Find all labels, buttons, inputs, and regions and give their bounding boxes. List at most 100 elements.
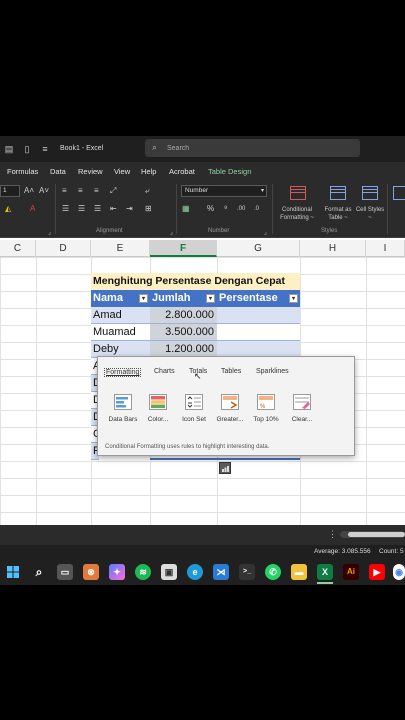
search-input[interactable] bbox=[167, 142, 347, 154]
orientation-icon[interactable]: ⤢ bbox=[110, 186, 116, 196]
save-icon[interactable]: ▤ bbox=[4, 144, 14, 154]
cell-nama[interactable]: Muamad bbox=[91, 324, 150, 341]
format-as-table-icon[interactable] bbox=[330, 186, 346, 200]
menu-help[interactable]: Help bbox=[141, 167, 156, 176]
windows-start-icon[interactable] bbox=[5, 564, 21, 580]
align-bottom-icon[interactable]: ≡ bbox=[94, 186, 99, 196]
column-header-c[interactable]: C bbox=[0, 240, 36, 257]
font-dialog-launcher-icon[interactable]: ⌟ bbox=[48, 228, 51, 238]
scrollbar-thumb[interactable] bbox=[348, 532, 405, 537]
qa-tab-tables[interactable]: Tables bbox=[221, 368, 241, 375]
cell-styles-icon[interactable] bbox=[362, 186, 378, 200]
more-options-icon[interactable]: ⋮ bbox=[328, 529, 337, 540]
decrease-decimal-icon[interactable]: .0 bbox=[254, 204, 259, 214]
status-count: Count: 5 bbox=[379, 548, 404, 555]
font-size-box[interactable]: 1 bbox=[0, 185, 20, 197]
comma-style-icon[interactable]: ⁹ bbox=[224, 204, 227, 214]
vscode-icon[interactable]: ⋊ bbox=[213, 564, 229, 580]
chrome-icon[interactable]: ◉ bbox=[393, 564, 405, 580]
header-persentase[interactable]: Persentase ▾ bbox=[217, 290, 300, 307]
chevron-down-icon: ▾ bbox=[260, 188, 264, 194]
fill-color-icon[interactable]: ◭ bbox=[5, 204, 11, 214]
task-view-icon[interactable]: ▭ bbox=[57, 564, 73, 580]
align-center-icon[interactable]: ☰ bbox=[78, 204, 85, 214]
menu-formulas[interactable]: Formulas bbox=[7, 167, 38, 176]
conditional-formatting-button[interactable]: Conditional Formatting ~ bbox=[276, 206, 318, 222]
filter-dropdown-icon[interactable]: ▾ bbox=[289, 294, 298, 303]
edge-icon[interactable]: e bbox=[187, 564, 203, 580]
quick-analysis-button[interactable] bbox=[219, 462, 231, 474]
percent-style-icon[interactable]: % bbox=[207, 204, 214, 214]
merge-center-icon[interactable]: ⊞ bbox=[145, 204, 152, 214]
qa-option-top-10[interactable]: % Top 10% bbox=[249, 394, 283, 423]
table-title-cell[interactable]: Menghitung Persentase Dengan Cepat bbox=[91, 273, 300, 290]
align-top-icon[interactable]: ≡ bbox=[62, 186, 67, 196]
menu-review[interactable]: Review bbox=[78, 167, 103, 176]
cell-nama[interactable]: Amad bbox=[91, 307, 150, 324]
conditional-formatting-icon[interactable] bbox=[290, 186, 306, 200]
horizontal-scrollbar[interactable] bbox=[340, 531, 405, 538]
qa-option-greater-than[interactable]: Greater... bbox=[213, 394, 247, 423]
insert-cells-icon[interactable] bbox=[393, 186, 405, 200]
more-icon[interactable]: ≡ bbox=[40, 144, 50, 154]
column-header-e[interactable]: E bbox=[91, 240, 150, 257]
alignment-dialog-launcher-icon[interactable]: ⌟ bbox=[170, 228, 173, 238]
search-box[interactable]: ⌕ bbox=[145, 139, 360, 157]
header-nama[interactable]: Nama ▾ bbox=[91, 290, 150, 307]
qa-option-icon-set[interactable]: Icon Set bbox=[177, 394, 211, 423]
increase-font-icon[interactable]: A˄ bbox=[24, 186, 34, 196]
cell-styles-button[interactable]: Cell Styles ~ bbox=[355, 206, 385, 222]
qa-option-clear[interactable]: Clear... bbox=[285, 394, 319, 423]
qa-tab-charts[interactable]: Charts bbox=[154, 368, 175, 375]
increase-decimal-icon[interactable]: .00 bbox=[237, 204, 245, 214]
number-group-label: Number bbox=[208, 228, 230, 234]
whatsapp-icon[interactable]: ✆ bbox=[265, 564, 281, 580]
decrease-font-icon[interactable]: A˅ bbox=[39, 186, 49, 196]
cell-jumlah[interactable]: 2.800.000 bbox=[150, 307, 217, 324]
number-dialog-launcher-icon[interactable]: ⌟ bbox=[264, 228, 267, 238]
column-header-i[interactable]: I bbox=[366, 240, 405, 257]
align-left-icon[interactable]: ☰ bbox=[62, 204, 69, 214]
column-header-f[interactable]: F bbox=[150, 240, 217, 257]
column-header-g[interactable]: G bbox=[217, 240, 300, 257]
font-color-icon[interactable]: A bbox=[30, 204, 35, 214]
cell-persentase[interactable] bbox=[217, 324, 300, 341]
new-file-icon[interactable]: ▯ bbox=[22, 144, 32, 154]
align-middle-icon[interactable]: ≡ bbox=[78, 186, 83, 196]
filter-dropdown-icon[interactable]: ▾ bbox=[206, 294, 215, 303]
outdent-icon[interactable]: ⇥ bbox=[126, 204, 133, 214]
accounting-format-icon[interactable]: ▦ bbox=[182, 204, 190, 214]
menu-table-design[interactable]: Table Design bbox=[208, 167, 251, 176]
cell-persentase[interactable] bbox=[217, 307, 300, 324]
app-icon[interactable]: ⊗ bbox=[83, 564, 99, 580]
youtube-icon[interactable]: ▶ bbox=[369, 564, 385, 580]
qa-tab-sparklines[interactable]: Sparklines bbox=[256, 368, 289, 375]
qa-tab-formatting[interactable]: Formatting bbox=[104, 368, 142, 377]
search-icon[interactable]: ⌕ bbox=[31, 564, 47, 580]
wrap-text-icon[interactable]: ⤶ bbox=[145, 186, 149, 196]
spotify-icon[interactable]: ≋ bbox=[135, 564, 151, 580]
align-right-icon[interactable]: ☰ bbox=[94, 204, 101, 214]
menu-data[interactable]: Data bbox=[50, 167, 66, 176]
cell-jumlah[interactable]: 3.500.000 bbox=[150, 324, 217, 341]
qa-option-color-scale[interactable]: Color... bbox=[141, 394, 175, 423]
illustrator-icon[interactable]: Ai bbox=[343, 564, 359, 580]
file-explorer-icon[interactable]: ▬ bbox=[291, 564, 307, 580]
terminal-icon[interactable]: >_ bbox=[239, 564, 255, 580]
filter-dropdown-icon[interactable]: ▾ bbox=[139, 294, 148, 303]
menu-view[interactable]: View bbox=[114, 167, 130, 176]
qa-option-data-bars[interactable]: Data Bars bbox=[106, 394, 140, 423]
status-average: Average: 3.085.556 bbox=[314, 548, 371, 555]
copilot-icon[interactable]: ✦ bbox=[109, 564, 125, 580]
number-format-dropdown[interactable]: Number ▾ bbox=[181, 185, 267, 197]
indent-icon[interactable]: ⇤ bbox=[110, 204, 117, 214]
qa-option-label: Greater... bbox=[216, 416, 244, 423]
format-as-table-button[interactable]: Format as Table ~ bbox=[320, 206, 356, 222]
header-jumlah[interactable]: Jumlah ▾ bbox=[150, 290, 217, 307]
column-header-d[interactable]: D bbox=[36, 240, 91, 257]
excel-icon[interactable]: X bbox=[317, 564, 333, 580]
menu-acrobat[interactable]: Acrobat bbox=[169, 167, 195, 176]
store-icon[interactable]: ▣ bbox=[161, 564, 177, 580]
column-header-h[interactable]: H bbox=[300, 240, 366, 257]
qa-description: Conditional Formatting uses rules to hig… bbox=[105, 444, 270, 450]
